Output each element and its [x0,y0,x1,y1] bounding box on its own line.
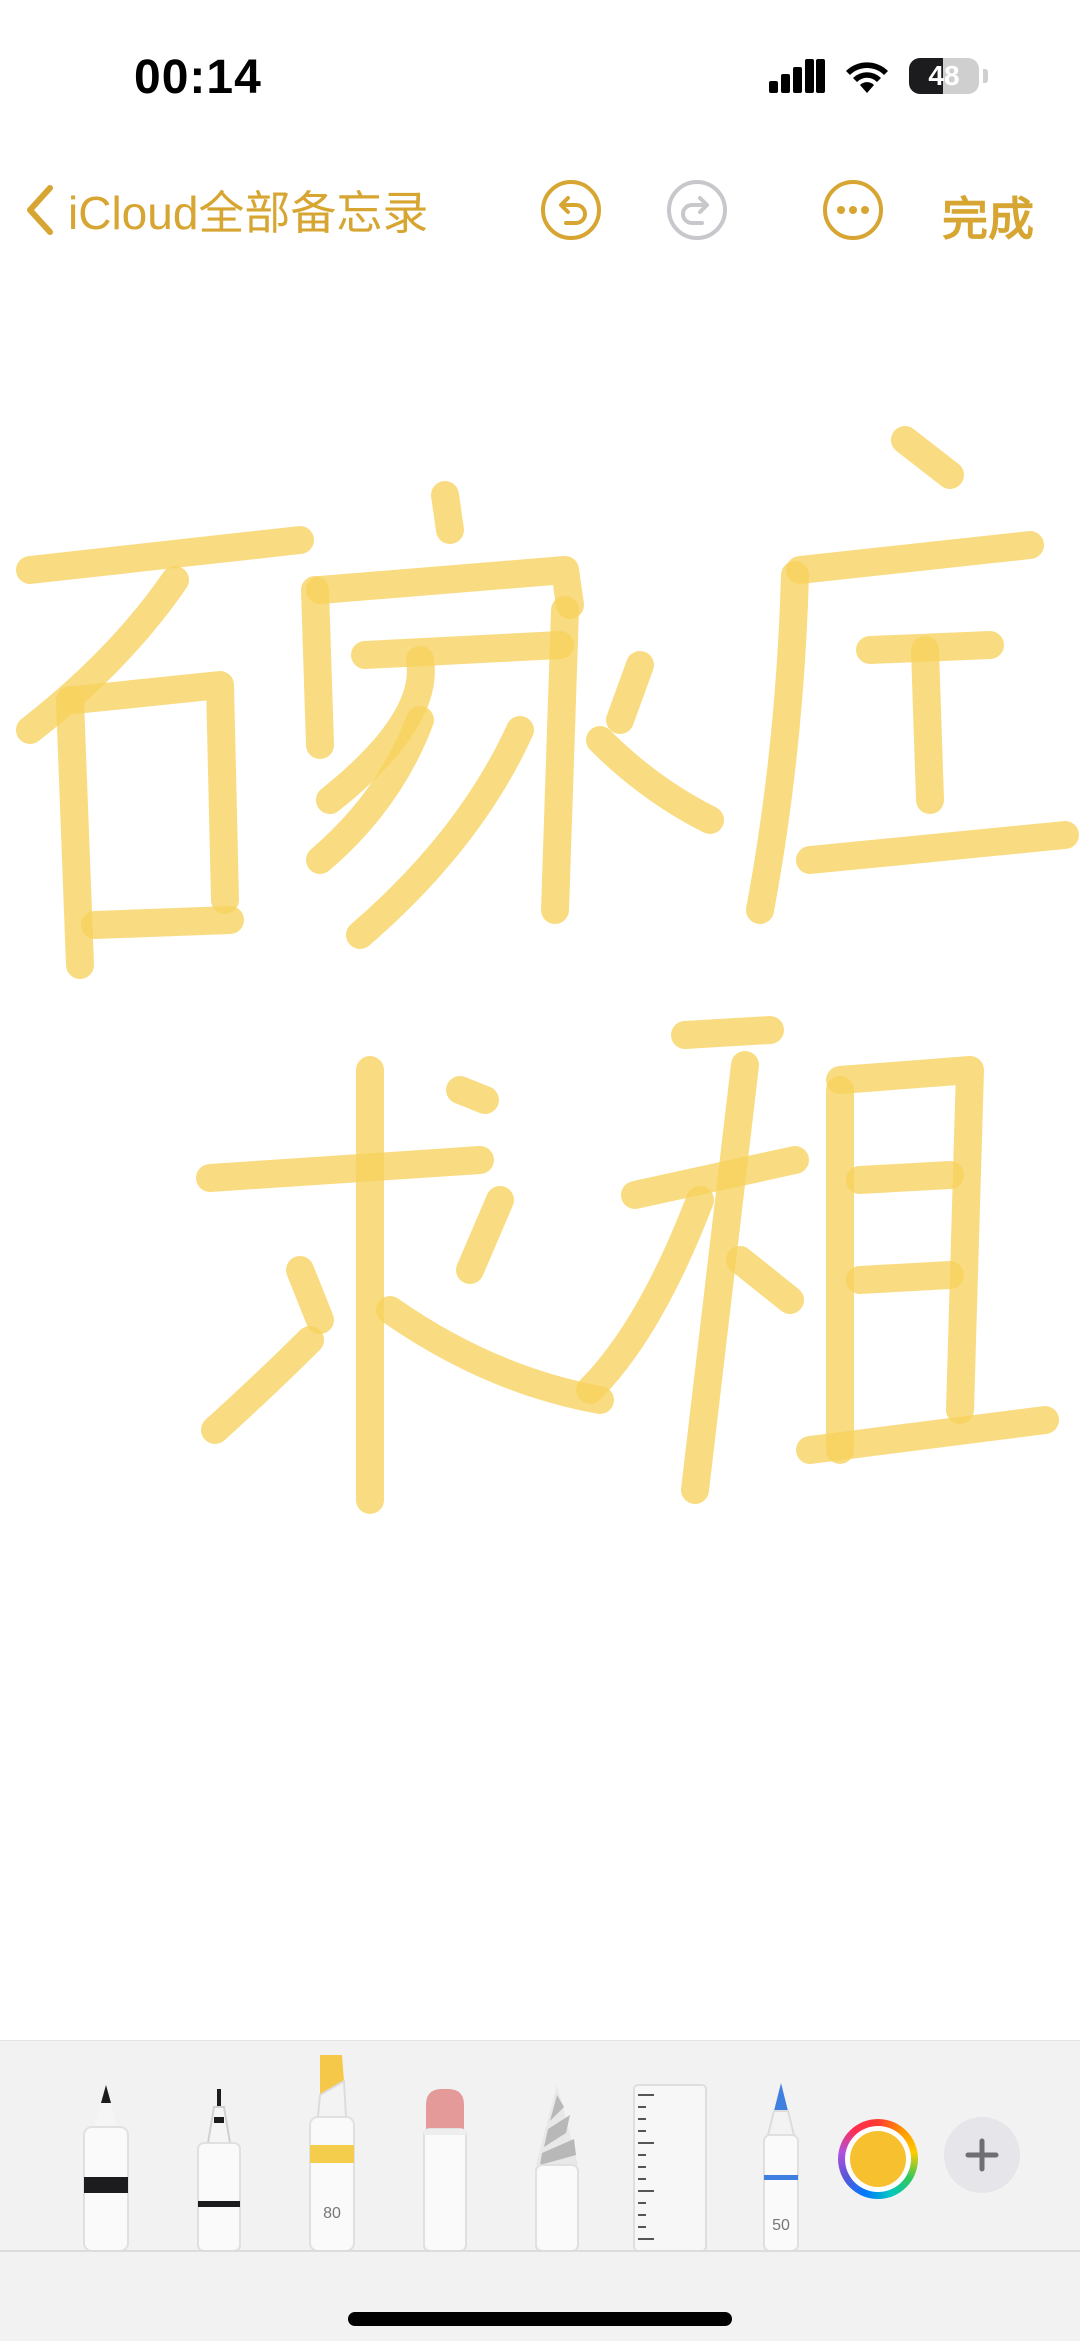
ellipsis-circle-icon [823,180,883,240]
notes-drawing-screen: 00:14 48 iCloud全部备忘录 完成 80 50 [0,0,1080,2341]
tool-palette: 80 50 [0,2040,1080,2252]
color-well-ring [845,2126,911,2192]
add-tool-button[interactable] [944,2117,1020,2193]
fineliner-tool[interactable] [196,2089,242,2251]
eraser-tool[interactable] [420,2085,470,2251]
more-button[interactable] [822,179,884,241]
pencil-size-label: 50 [772,2217,790,2234]
wifi-icon [846,62,888,93]
ruler-tool[interactable] [632,2083,708,2251]
highlighter-tool[interactable]: 80 [306,2055,358,2252]
battery-icon: 48 [909,58,979,94]
drawing-canvas[interactable] [0,300,1080,2040]
plus-icon [965,2138,999,2172]
highlighter-size-label: 80 [323,2205,341,2222]
home-indicator-area [0,2250,1080,2341]
battery-cap [983,69,988,83]
home-indicator[interactable] [348,2312,732,2326]
chevron-left-icon [27,185,53,235]
status-time: 00:14 [134,51,262,104]
selected-color-swatch [850,2131,906,2187]
back-button-label: iCloud全部备忘录 [68,187,429,239]
back-button[interactable]: iCloud全部备忘录 [22,177,428,243]
battery-level: 48 [928,60,960,91]
nav-bar: iCloud全部备忘录 完成 [0,165,1080,255]
redo-button[interactable] [666,179,728,241]
redo-icon [667,180,727,240]
undo-button[interactable] [540,179,602,241]
color-picker-button[interactable] [838,2119,918,2199]
done-button[interactable]: 完成 [942,183,1034,249]
pencil-tool[interactable]: 50 [760,2083,802,2252]
undo-icon [541,180,601,240]
cellular-signal-icon [769,59,825,93]
lasso-tool[interactable] [530,2085,584,2251]
handwriting-drawing [16,426,1079,1514]
status-bar: 00:14 48 [0,0,1080,150]
pen-tool[interactable] [80,2079,132,2251]
status-icons: 48 [769,58,988,94]
